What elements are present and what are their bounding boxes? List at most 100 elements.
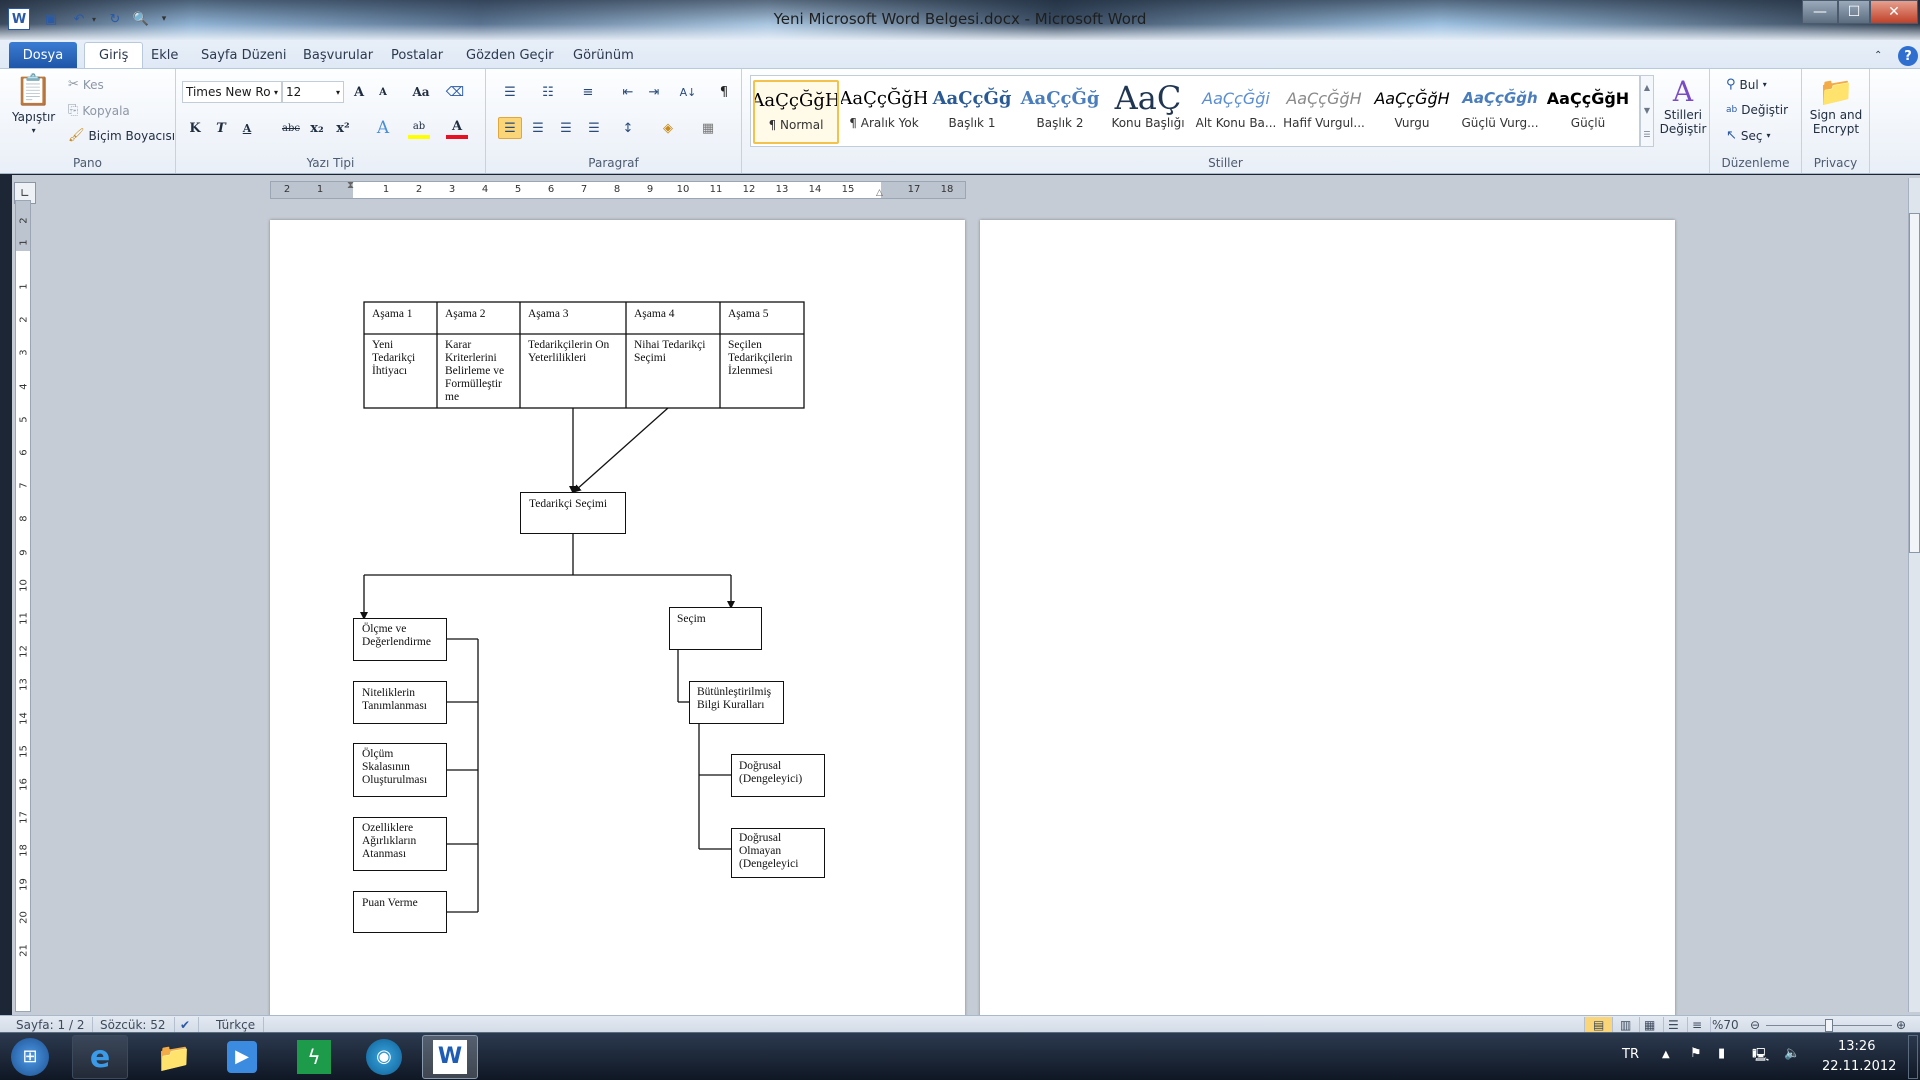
numbering-icon[interactable]: ☷ bbox=[536, 81, 560, 103]
style-alt-konu-basligi[interactable]: AaÇçĞği Alt Konu Ba... bbox=[1193, 80, 1279, 144]
tab-dosya[interactable]: Dosya bbox=[9, 42, 77, 68]
scrollbar-thumb[interactable] bbox=[1909, 213, 1920, 553]
multilevel-list-icon[interactable]: ≡ bbox=[576, 81, 600, 103]
style-aralik-yok[interactable]: AaÇçĞğH ¶ Aralık Yok bbox=[841, 80, 927, 144]
close-button[interactable]: ✕ bbox=[1870, 0, 1918, 24]
network-icon[interactable]: 🖳 bbox=[1752, 1046, 1769, 1068]
zoom-level[interactable]: %70 bbox=[1704, 1017, 1747, 1033]
style-konu-basligi[interactable]: AaÇ Konu Başlığı bbox=[1105, 80, 1191, 144]
superscript-button[interactable]: x² bbox=[332, 117, 354, 139]
node-butunlestirilmis: Bütünleştirilmiş Bilgi Kuralları bbox=[689, 681, 784, 724]
word-count[interactable]: Sözcük: 52 bbox=[92, 1017, 175, 1033]
format-painter-button[interactable]: 🖌 Biçim Boyacısı bbox=[68, 128, 175, 143]
tab-postalar[interactable]: Postalar bbox=[377, 42, 457, 68]
style-baslik-2[interactable]: AaÇçĞğ Başlık 2 bbox=[1017, 80, 1103, 144]
styles-gallery: AaÇçĞğH ¶ Normal AaÇçĞğH ¶ Aralık Yok AaÇç… bbox=[750, 75, 1640, 147]
help-icon[interactable]: ? bbox=[1898, 46, 1918, 66]
style-baslik-1[interactable]: AaÇçĞğ Başlık 1 bbox=[929, 80, 1015, 144]
vertical-ruler[interactable]: 2 1 1 2 3 4 5 6 7 8 9 10 11 12 13 14 15 16 17 18 19 20 21 bbox=[15, 200, 31, 1012]
tab-ekle[interactable]: Ekle bbox=[137, 42, 192, 68]
page-count[interactable]: Sayfa: 1 / 2 bbox=[8, 1017, 94, 1033]
document-page-2[interactable] bbox=[980, 220, 1675, 1020]
pilcrow-icon[interactable]: ¶ bbox=[712, 81, 736, 103]
style-guclu[interactable]: AaÇçĞğH Güçlü bbox=[1545, 80, 1631, 144]
replace-button[interactable]: ab Değiştir bbox=[1726, 103, 1788, 117]
tab-gorunum[interactable]: Görünüm bbox=[559, 42, 648, 68]
cut-button[interactable]: ✂ Kes bbox=[68, 77, 104, 92]
ruler-number: 9 bbox=[18, 548, 30, 556]
paste-button[interactable]: 📋 Yapıştır ▾ bbox=[12, 73, 55, 135]
group-label-yazi-tipi: Yazı Tipi bbox=[306, 156, 355, 170]
show-hidden-icons[interactable]: ▲ bbox=[1662, 1049, 1670, 1060]
strikethrough-button[interactable]: abc bbox=[280, 117, 302, 139]
underline-button[interactable]: A bbox=[236, 117, 258, 139]
minimize-button[interactable]: — bbox=[1802, 0, 1838, 24]
align-center-icon[interactable]: ☰ bbox=[526, 117, 550, 139]
style-vurgu[interactable]: AaÇçĞğH Vurgu bbox=[1369, 80, 1455, 144]
vertical-scrollbar[interactable] bbox=[1908, 178, 1920, 1012]
start-button[interactable]: ⊞ bbox=[6, 1035, 54, 1079]
taskbar-file-explorer[interactable]: 📁 bbox=[146, 1035, 202, 1079]
show-desktop-button[interactable] bbox=[1908, 1035, 1918, 1079]
change-styles-button[interactable]: A Stilleri Değiştir bbox=[1658, 75, 1708, 136]
bold-button[interactable]: K bbox=[184, 117, 206, 139]
styles-gallery-scroll[interactable]: ▲ ▼ ☰ bbox=[1640, 75, 1654, 147]
align-right-icon[interactable]: ☰ bbox=[554, 117, 578, 139]
right-indent-marker[interactable]: △ bbox=[876, 188, 883, 198]
style-normal[interactable]: AaÇçĞğH ¶ Normal bbox=[753, 80, 839, 144]
style-hafif-vurgulama[interactable]: AaÇçĞğH Hafif Vurgul... bbox=[1281, 80, 1367, 144]
table-header: Aşama 3 bbox=[528, 308, 569, 320]
change-case-button[interactable]: Aa bbox=[410, 81, 432, 103]
volume-icon[interactable]: 🔈 bbox=[1784, 1046, 1800, 1061]
highlight-color-button[interactable]: ab bbox=[408, 117, 430, 139]
font-name-combo[interactable]: Times New Ro ▾ bbox=[182, 81, 282, 103]
horizontal-ruler[interactable]: 2 1 1 2 3 4 5 6 7 8 9 10 11 12 13 14 15 … bbox=[270, 180, 966, 199]
select-button[interactable]: ↖ Seç ▾ bbox=[1726, 128, 1771, 143]
line-spacing-icon[interactable]: ↕ bbox=[616, 117, 640, 139]
increase-indent-icon[interactable]: ⇥ bbox=[642, 81, 666, 103]
font-color-button[interactable]: A bbox=[446, 117, 468, 139]
borders-icon[interactable]: ▦ bbox=[696, 117, 720, 139]
taskbar-network-app[interactable]: ◉ bbox=[356, 1035, 412, 1079]
find-button[interactable]: ⚲ Bul ▾ bbox=[1726, 77, 1767, 92]
zoom-slider-thumb[interactable] bbox=[1825, 1019, 1833, 1032]
font-size-combo[interactable]: 12 ▾ bbox=[282, 81, 344, 103]
copy-button[interactable]: ⎘ Kopyala bbox=[68, 103, 130, 118]
italic-button[interactable]: T bbox=[210, 117, 232, 139]
tab-basvurular[interactable]: Başvurular bbox=[289, 42, 387, 68]
action-center-flag-icon[interactable]: ⚑ bbox=[1690, 1046, 1702, 1061]
shading-icon[interactable]: ◈ bbox=[656, 117, 680, 139]
input-language[interactable]: TR bbox=[1622, 1047, 1639, 1062]
bullets-icon[interactable]: ☰ bbox=[498, 81, 522, 103]
taskbar-media-player[interactable]: ▶ bbox=[214, 1035, 270, 1079]
zoom-in-button[interactable]: ⊕ bbox=[1888, 1017, 1914, 1033]
align-left-icon[interactable]: ☰ bbox=[498, 117, 522, 139]
print-layout-view-icon[interactable]: ▤ bbox=[1584, 1017, 1614, 1033]
taskbar-word[interactable]: W bbox=[422, 1035, 478, 1079]
clock-time[interactable]: 13:26 bbox=[1838, 1039, 1875, 1054]
tab-sayfa-duzeni[interactable]: Sayfa Düzeni bbox=[187, 42, 301, 68]
tab-giris[interactable]: Giriş bbox=[84, 42, 144, 68]
maximize-button[interactable]: ☐ bbox=[1838, 0, 1870, 24]
tab-gozden-gecir[interactable]: Gözden Geçir bbox=[452, 42, 568, 68]
sign-encrypt-button[interactable]: 📁 Sign and Encrypt bbox=[1806, 75, 1866, 136]
clock-date[interactable]: 22.11.2012 bbox=[1822, 1059, 1896, 1074]
taskbar-green-app[interactable]: ϟ bbox=[286, 1035, 342, 1079]
proofing-icon[interactable]: ✔ bbox=[172, 1017, 200, 1033]
subscript-button[interactable]: x₂ bbox=[306, 117, 328, 139]
shrink-font-button[interactable]: A bbox=[372, 81, 394, 103]
sort-icon[interactable]: A↓ bbox=[676, 81, 700, 103]
justify-icon[interactable]: ☰ bbox=[582, 117, 606, 139]
clear-format-icon[interactable]: ⌫ bbox=[444, 81, 466, 103]
language-indicator[interactable]: Türkçe bbox=[208, 1017, 265, 1033]
decrease-indent-icon[interactable]: ⇤ bbox=[616, 81, 640, 103]
grow-font-button[interactable]: A bbox=[348, 81, 370, 103]
indent-marker[interactable]: ⧗ bbox=[347, 180, 354, 191]
play-icon: ▶ bbox=[227, 1041, 257, 1073]
text-effects-icon[interactable]: A bbox=[372, 117, 394, 139]
style-guclu-vurgu[interactable]: AaÇçĞğh Güçlü Vurg... bbox=[1457, 80, 1543, 144]
minimize-ribbon-icon[interactable]: ⌃ bbox=[1874, 42, 1882, 68]
taskbar-internet-explorer[interactable]: e bbox=[72, 1035, 128, 1079]
zoom-out-button[interactable]: ⊖ bbox=[1742, 1017, 1768, 1033]
battery-icon[interactable]: ▮ bbox=[1718, 1046, 1725, 1061]
